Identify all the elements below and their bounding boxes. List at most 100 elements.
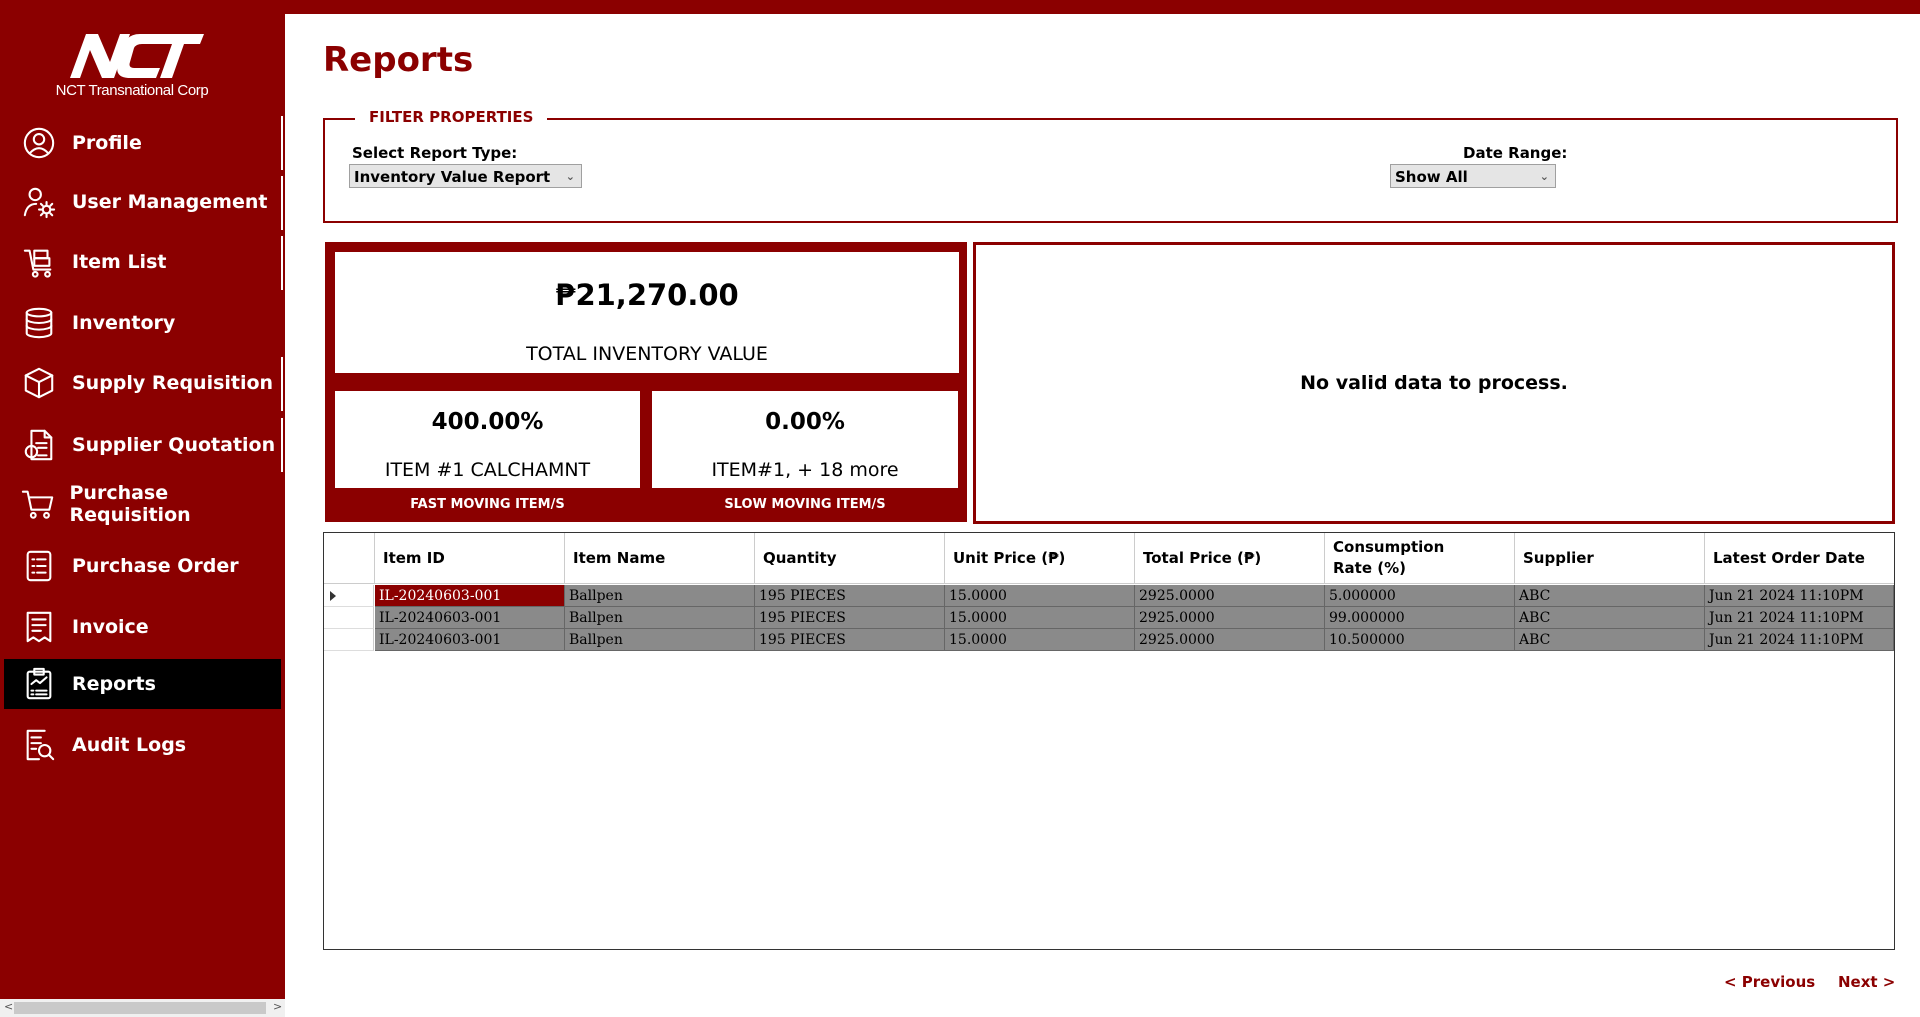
report-type-label: Select Report Type:	[352, 144, 518, 162]
sidebar-item-label: Profile	[72, 132, 142, 154]
table-row[interactable]: IL-20240603-001 Ballpen 195 PIECES 15.00…	[324, 607, 1894, 629]
fast-moving-card: 400.00% ITEM #1 CALCHAMNT	[335, 391, 640, 488]
cart-list-icon	[20, 243, 58, 281]
box-icon	[20, 364, 58, 402]
table-cell[interactable]: Jun 21 2024 11:10PM	[1705, 585, 1894, 607]
table-cell[interactable]: 2925.0000	[1135, 629, 1325, 651]
sidebar-item-label: Reports	[72, 673, 156, 695]
report-type-value: Inventory Value Report	[354, 168, 551, 186]
column-header-unit-price[interactable]: Unit Price (₱)	[945, 533, 1135, 583]
table-cell[interactable]: 2925.0000	[1135, 585, 1325, 607]
column-header-latest-order-date[interactable]: Latest Order Date	[1705, 533, 1894, 583]
table-cell[interactable]: 10.500000	[1325, 629, 1515, 651]
sidebar-item-supply-requisition[interactable]: Supply Requisition	[4, 358, 281, 408]
sidebar-item-label: Audit Logs	[72, 734, 187, 756]
sidebar-item-inventory[interactable]: Inventory	[4, 298, 281, 348]
quotation-icon	[20, 426, 58, 464]
sidebar-item-supplier-quotation[interactable]: Supplier Quotation	[4, 420, 281, 470]
report-type-select[interactable]: Inventory Value Report ⌄	[349, 164, 582, 188]
table-cell[interactable]: 195 PIECES	[755, 629, 945, 651]
report-data-grid[interactable]: Item ID Item Name Quantity Unit Price (₱…	[323, 532, 1895, 950]
table-cell[interactable]: IL-20240603-001	[375, 607, 565, 629]
row-header[interactable]	[324, 607, 374, 629]
nav-divider	[281, 418, 283, 472]
sidebar-scrollbar[interactable]: < >	[0, 999, 285, 1017]
date-range-value: Show All	[1395, 168, 1468, 186]
total-inventory-label: TOTAL INVENTORY VALUE	[526, 343, 768, 365]
company-logo: NCT Transnational Corp	[52, 28, 212, 104]
scroll-right-icon[interactable]: >	[273, 1000, 282, 1013]
column-header-item-id[interactable]: Item ID	[375, 533, 565, 583]
table-cell[interactable]: Ballpen	[565, 607, 755, 629]
nav-divider	[281, 236, 283, 290]
table-cell[interactable]: ABC	[1515, 585, 1705, 607]
scroll-left-icon[interactable]: <	[4, 1000, 13, 1013]
table-row[interactable]: IL-20240603-001 Ballpen 195 PIECES 15.00…	[324, 629, 1894, 651]
chevron-down-icon: ⌄	[1539, 170, 1549, 183]
table-cell[interactable]: Ballpen	[565, 629, 755, 651]
table-cell[interactable]: 5.000000	[1325, 585, 1515, 607]
column-header-supplier[interactable]: Supplier	[1515, 533, 1705, 583]
table-row[interactable]: IL-20240603-001 Ballpen 195 PIECES 15.00…	[324, 585, 1894, 607]
table-cell[interactable]: 15.0000	[945, 607, 1135, 629]
nav-divider	[281, 176, 283, 230]
invoice-icon	[20, 608, 58, 646]
table-cell[interactable]: 15.0000	[945, 585, 1135, 607]
sidebar-item-invoice[interactable]: Invoice	[4, 602, 281, 652]
chevron-down-icon: ⌄	[565, 170, 575, 183]
user-circle-icon	[20, 124, 58, 162]
table-cell[interactable]: 15.0000	[945, 629, 1135, 651]
row-header[interactable]	[324, 585, 374, 607]
table-cell[interactable]: Jun 21 2024 11:10PM	[1705, 607, 1894, 629]
fast-moving-value: 400.00%	[431, 409, 544, 435]
table-cell[interactable]: Jun 21 2024 11:10PM	[1705, 629, 1894, 651]
slow-moving-card: 0.00% ITEM#1, + 18 more	[652, 391, 958, 488]
sidebar-item-label: Invoice	[72, 616, 149, 638]
table-cell[interactable]: 195 PIECES	[755, 585, 945, 607]
nav-divider	[281, 116, 283, 170]
grid-header: Item ID Item Name Quantity Unit Price (₱…	[324, 533, 1894, 584]
date-range-select[interactable]: Show All ⌄	[1390, 164, 1556, 188]
slow-moving-item: ITEM#1, + 18 more	[711, 459, 899, 481]
table-cell[interactable]: ABC	[1515, 607, 1705, 629]
table-cell[interactable]: 99.000000	[1325, 607, 1515, 629]
column-header-quantity[interactable]: Quantity	[755, 533, 945, 583]
sidebar-item-label: Item List	[72, 251, 167, 273]
sidebar-item-purchase-order[interactable]: Purchase Order	[4, 541, 281, 591]
sidebar-item-audit-logs[interactable]: Audit Logs	[4, 720, 281, 770]
database-icon	[20, 304, 58, 342]
column-header-item-name[interactable]: Item Name	[565, 533, 755, 583]
reports-icon	[20, 665, 58, 703]
sidebar-item-item-list[interactable]: Item List	[4, 237, 281, 287]
column-header-total-price[interactable]: Total Price (₱)	[1135, 533, 1325, 583]
table-cell[interactable]: IL-20240603-001	[375, 629, 565, 651]
sidebar-item-label: Purchase Requisition	[69, 482, 191, 526]
previous-page-button[interactable]: < Previous	[1724, 973, 1815, 991]
row-header[interactable]	[324, 629, 374, 651]
order-list-icon	[20, 547, 58, 585]
sidebar-item-label: User Management	[72, 191, 268, 213]
next-page-button[interactable]: Next >	[1838, 973, 1895, 991]
table-cell[interactable]: Ballpen	[565, 585, 755, 607]
audit-search-icon	[20, 726, 58, 764]
fast-moving-caption: FAST MOVING ITEM/S	[410, 497, 565, 512]
sidebar-item-label: Inventory	[72, 312, 176, 334]
sidebar-item-reports[interactable]: Reports	[4, 659, 281, 709]
user-gear-icon	[20, 183, 58, 221]
scrollbar-thumb[interactable]	[14, 1002, 266, 1014]
table-cell[interactable]: 2925.0000	[1135, 607, 1325, 629]
table-cell[interactable]: IL-20240603-001	[375, 585, 565, 607]
sidebar: NCT Transnational Corp Profile User Mana…	[0, 0, 285, 1017]
sidebar-item-purchase-requisition[interactable]: Purchase Requisition	[4, 479, 281, 529]
sidebar-item-label: Purchase Order	[72, 555, 239, 577]
table-cell[interactable]: 195 PIECES	[755, 607, 945, 629]
current-row-icon	[330, 591, 336, 601]
sidebar-item-profile[interactable]: Profile	[4, 118, 281, 168]
sidebar-item-user-management[interactable]: User Management	[4, 177, 281, 227]
shopping-cart-icon	[20, 485, 56, 523]
table-cell[interactable]: ABC	[1515, 629, 1705, 651]
column-header-consumption-rate[interactable]: Consumption Rate (%)	[1325, 533, 1515, 583]
company-name: NCT Transnational Corp	[55, 82, 209, 99]
page-title: Reports	[323, 40, 474, 80]
total-inventory-card: ₱21,270.00 TOTAL INVENTORY VALUE	[335, 252, 959, 373]
